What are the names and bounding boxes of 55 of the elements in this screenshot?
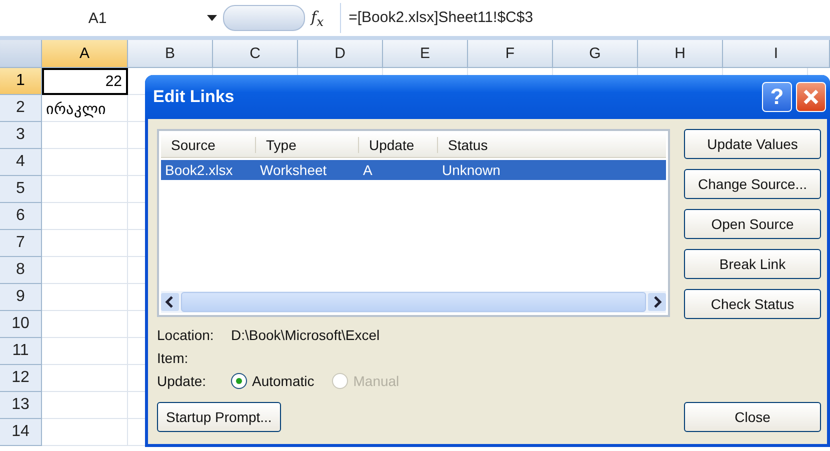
radio-icon[interactable] [231, 373, 247, 389]
column-header[interactable]: A [42, 40, 128, 68]
scroll-right-icon[interactable] [648, 293, 666, 311]
column-header[interactable]: C [213, 40, 298, 68]
close-icon[interactable] [802, 88, 820, 106]
row-header[interactable]: 10 [0, 311, 42, 338]
location-label: Location: [157, 327, 215, 343]
scroll-left-icon[interactable] [161, 293, 179, 311]
dialog-button[interactable]: Open Source [684, 209, 821, 239]
startup-prompt-button[interactable]: Startup Prompt... [157, 402, 281, 432]
close-button[interactable] [796, 82, 826, 112]
expand-handle[interactable] [223, 5, 305, 31]
row-header[interactable]: 14 [0, 419, 42, 446]
column-header[interactable]: G [553, 40, 638, 68]
formula-text[interactable]: =[Book2.xlsx]Sheet11!$C$3 [340, 3, 534, 33]
column-header[interactable]: Status [438, 137, 666, 153]
column-header[interactable]: H [638, 40, 723, 68]
column-header[interactable]: E [383, 40, 468, 68]
item-label: Item: [157, 350, 190, 366]
row-header[interactable]: 12 [0, 365, 42, 392]
update-label: Update: [157, 373, 208, 389]
dialog-button[interactable]: Change Source... [684, 169, 821, 199]
row-header[interactable]: 7 [0, 230, 42, 257]
dialog-title: Edit Links [153, 87, 236, 107]
column-header[interactable]: D [298, 40, 383, 68]
radio-option[interactable]: Automatic [231, 373, 314, 389]
row-header[interactable]: 3 [0, 122, 42, 149]
row-header[interactable]: 6 [0, 203, 42, 230]
dropdown-arrow-icon[interactable] [207, 15, 217, 21]
row-header[interactable]: 9 [0, 284, 42, 311]
row-header[interactable]: 8 [0, 257, 42, 284]
row-header[interactable]: 13 [0, 392, 42, 419]
column-header[interactable]: Source [161, 137, 256, 153]
row-header[interactable]: 2 [0, 95, 42, 122]
row-header[interactable]: 5 [0, 176, 42, 203]
table-cell-text: ირაკლი [45, 100, 107, 120]
column-header[interactable]: Update [359, 137, 438, 153]
column-header[interactable]: I [723, 40, 830, 68]
close-dialog-button[interactable]: Close [684, 402, 821, 432]
dialog-button[interactable]: Break Link [684, 249, 821, 279]
link-row[interactable]: Book2.xlsx Worksheet A Unknown [161, 160, 666, 180]
column-header[interactable]: F [468, 40, 553, 68]
column-header[interactable]: Type [256, 137, 359, 153]
row-header[interactable]: 4 [0, 149, 42, 176]
name-box[interactable]: A1 [0, 10, 195, 26]
row-header[interactable]: 11 [0, 338, 42, 365]
dialog-button[interactable]: Update Values [684, 129, 821, 159]
function-label[interactable]: f$_{x}$ [311, 8, 324, 28]
row-header[interactable]: 1 [0, 68, 42, 95]
dialog-button[interactable]: Check Status [684, 289, 821, 319]
column-header[interactable]: B [128, 40, 213, 68]
table-cell: 22 [42, 68, 128, 95]
horizontal-scrollbar[interactable] [161, 291, 666, 313]
scrollbar-thumb[interactable] [181, 292, 646, 312]
location-value: D:\Book\Microsoft\Excel [231, 327, 380, 343]
